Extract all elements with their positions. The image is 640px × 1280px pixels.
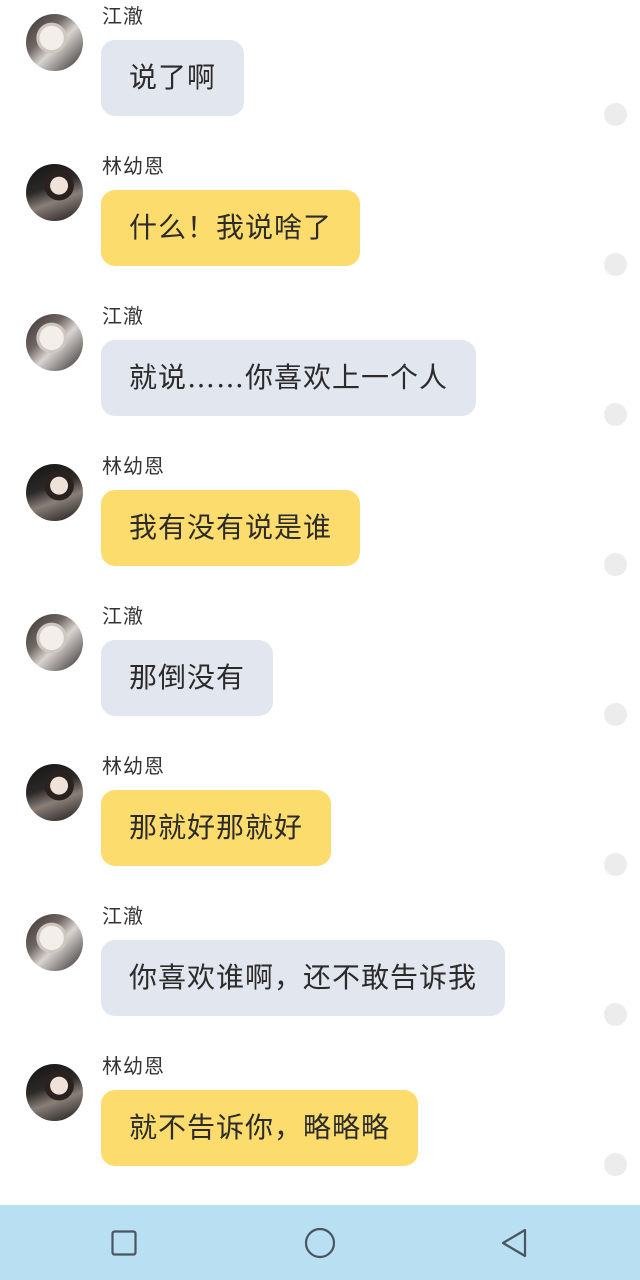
back-icon[interactable] <box>494 1223 534 1263</box>
home-icon[interactable] <box>300 1223 340 1263</box>
message-row: 江澈 那倒没有 <box>0 600 640 750</box>
message-bubble[interactable]: 说了啊 <box>101 40 245 116</box>
select-circle-icon[interactable] <box>604 703 627 726</box>
avatar[interactable] <box>26 14 83 71</box>
message-bubble[interactable]: 那就好那就好 <box>101 790 332 866</box>
message-row: 江澈 说了啊 <box>0 0 640 150</box>
message-row: 江澈 就说……你喜欢上一个人 <box>0 300 640 450</box>
sender-name: 林幼恩 <box>102 154 165 178</box>
message-bubble[interactable]: 就不告诉你，略略略 <box>101 1090 419 1166</box>
sender-name: 江澈 <box>102 604 144 628</box>
sender-name: 江澈 <box>102 4 144 28</box>
sender-name: 林幼恩 <box>102 754 165 778</box>
select-circle-icon[interactable] <box>604 1003 627 1026</box>
select-circle-icon[interactable] <box>604 1153 627 1176</box>
sender-name: 江澈 <box>102 904 144 928</box>
sender-name: 林幼恩 <box>102 454 165 478</box>
avatar[interactable] <box>26 764 83 821</box>
sender-name: 江澈 <box>102 304 144 328</box>
message-bubble[interactable]: 你喜欢谁啊，还不敢告诉我 <box>101 940 506 1016</box>
message-bubble[interactable]: 我有没有说是谁 <box>101 490 361 566</box>
select-circle-icon[interactable] <box>604 553 627 576</box>
message-row: 林幼恩 我有没有说是谁 <box>0 450 640 600</box>
select-circle-icon[interactable] <box>604 253 627 276</box>
avatar[interactable] <box>26 614 83 671</box>
avatar[interactable] <box>26 464 83 521</box>
message-row: 林幼恩 就不告诉你，略略略 <box>0 1050 640 1200</box>
message-bubble[interactable]: 就说……你喜欢上一个人 <box>101 340 477 416</box>
message-bubble[interactable]: 那倒没有 <box>101 640 274 716</box>
message-bubble[interactable]: 什么！我说啥了 <box>101 190 361 266</box>
recent-apps-icon[interactable] <box>104 1223 144 1263</box>
select-circle-icon[interactable] <box>604 403 627 426</box>
message-row: 林幼恩 什么！我说啥了 <box>0 150 640 300</box>
avatar[interactable] <box>26 914 83 971</box>
select-circle-icon[interactable] <box>604 103 627 126</box>
avatar[interactable] <box>26 164 83 221</box>
message-row: 江澈 你喜欢谁啊，还不敢告诉我 <box>0 900 640 1050</box>
chat-screen: 江澈 说了啊 林幼恩 什么！我说啥了 江澈 就说……你喜欢上一个人 林幼恩 我有… <box>0 0 640 1280</box>
select-circle-icon[interactable] <box>604 853 627 876</box>
message-row: 林幼恩 那就好那就好 <box>0 750 640 900</box>
avatar[interactable] <box>26 314 83 371</box>
system-nav-bar <box>0 1205 640 1280</box>
avatar[interactable] <box>26 1064 83 1121</box>
sender-name: 林幼恩 <box>102 1054 165 1078</box>
